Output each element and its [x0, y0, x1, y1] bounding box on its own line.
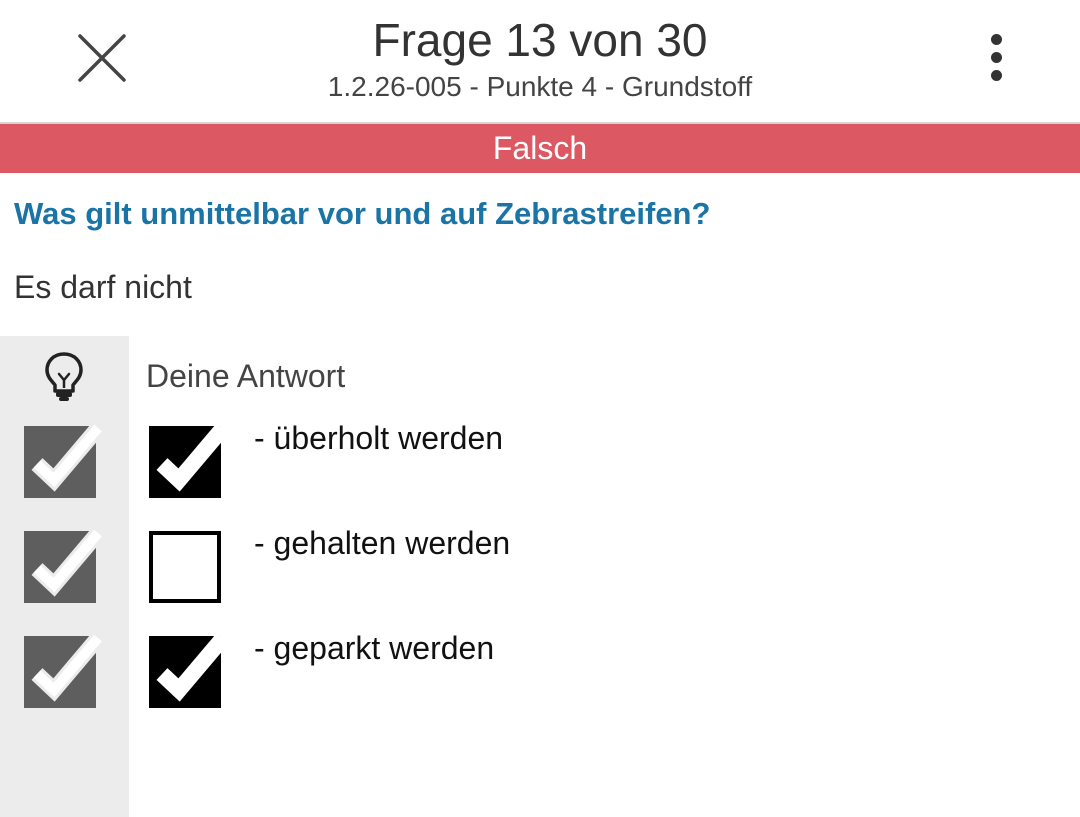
answer-checkbox-1[interactable] — [149, 422, 230, 498]
overflow-menu-button[interactable] — [966, 24, 1026, 90]
result-banner: Falsch — [0, 124, 1080, 173]
option-label-1[interactable]: - überholt werden — [254, 418, 503, 458]
solution-check-icon — [24, 527, 105, 603]
unchecked-icon — [149, 531, 221, 603]
question-text: Was gilt unmittelbar vor und auf Zebrast… — [14, 196, 711, 231]
answer-checkbox-3[interactable] — [149, 632, 230, 708]
more-vertical-icon-dot — [990, 69, 1002, 81]
answer-column-label: Deine Antwort — [146, 358, 346, 394]
page-title: Frage 13 von 30 — [372, 14, 708, 66]
hint-button[interactable] — [42, 350, 86, 404]
more-vertical-icon-dot — [990, 51, 1002, 63]
question-meta: 1.2.26-005 - Punkte 4 - Grundstoff — [327, 71, 753, 102]
solution-checkbox-3 — [24, 632, 105, 708]
answer-checkbox-2[interactable] — [149, 527, 221, 603]
solution-checkbox-2 — [24, 527, 105, 603]
checked-icon — [149, 632, 230, 708]
option-label-3[interactable]: - geparkt werden — [254, 628, 494, 668]
more-vertical-icon — [990, 33, 1002, 45]
solution-check-icon — [24, 422, 105, 498]
option-label-2[interactable]: - gehalten werden — [254, 523, 510, 563]
solution-checkbox-1 — [24, 422, 105, 498]
solution-check-icon — [24, 632, 105, 708]
lightbulb-icon — [45, 352, 83, 401]
app-header: Frage 13 von 30 1.2.26-005 - Punkte 4 - … — [0, 0, 1080, 122]
checked-icon — [149, 422, 230, 498]
question-intro: Es darf nicht — [14, 269, 192, 305]
quiz-screen: Frage 13 von 30 1.2.26-005 - Punkte 4 - … — [0, 0, 1080, 817]
